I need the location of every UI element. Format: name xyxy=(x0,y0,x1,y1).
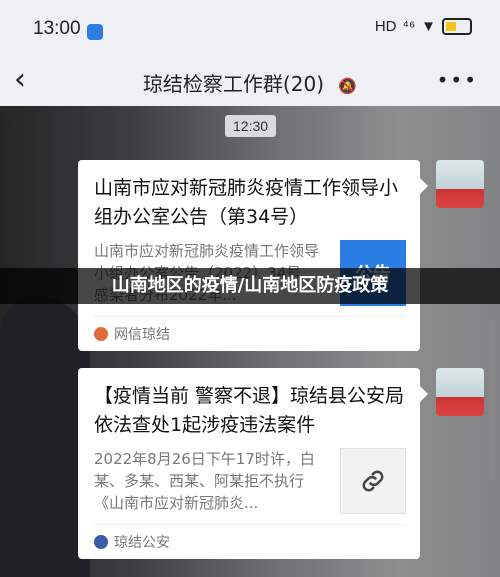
link-icon xyxy=(340,448,406,514)
group-name: 琼结检察工作群(20) xyxy=(142,72,324,96)
sender-avatar[interactable] xyxy=(436,160,484,208)
article-card[interactable]: 【疫情当前 警察不退】琼结县公安局依法查处1起涉疫违法案件 2022年8月26日… xyxy=(78,368,428,559)
card-title: 山南市应对新冠肺炎疫情工作领导小组办公室公告（第34号） xyxy=(94,177,399,228)
sender-avatar[interactable] xyxy=(436,368,484,416)
source-name: 网信琼结 xyxy=(114,327,170,343)
status-icons: HD ⁴⁶ ▼ xyxy=(375,18,472,35)
chat-header: ‹ 琼结检察工作群(20) 🔕 ••• xyxy=(0,58,500,106)
source-logo-icon xyxy=(94,535,108,549)
caption-overlay: 山南地区的疫情/山南地区防疫政策 xyxy=(0,268,500,304)
chat-title: 琼结检察工作群(20) 🔕 xyxy=(0,68,500,97)
status-time: 13:00 xyxy=(33,18,81,39)
more-options-icon[interactable]: ••• xyxy=(437,68,478,92)
app-notification-icon xyxy=(87,24,103,40)
article-card[interactable]: 山南市应对新冠肺炎疫情工作领导小组办公室公告（第34号） 山南市应对新冠肺炎疫情… xyxy=(78,160,428,351)
scrollbar[interactable] xyxy=(490,321,494,481)
battery-icon xyxy=(442,18,472,35)
background-figure xyxy=(0,296,90,577)
card-source: 琼结公安 xyxy=(94,524,406,559)
mute-bell-icon: 🔕 xyxy=(338,77,358,95)
card-source: 网信琼结 xyxy=(94,316,406,351)
source-name: 琼结公安 xyxy=(114,535,170,551)
hd-icon: HD xyxy=(374,18,397,35)
status-bar: 13:00 HD ⁴⁶ ▼ xyxy=(0,0,500,58)
wifi-icon: ▼ xyxy=(421,18,436,35)
card-description: 2022年8月26日下午17时许，白某、多某、西某、阿某拒不执行《山南市应对新冠… xyxy=(94,450,315,512)
chat-area[interactable]: 12:30 山南市应对新冠肺炎疫情工作领导小组办公室公告（第34号） 山南市应对… xyxy=(0,106,500,577)
source-logo-icon xyxy=(94,327,108,341)
signal-icon: ⁴⁶ xyxy=(402,18,416,35)
card-title: 【疫情当前 警察不退】琼结县公安局依法查处1起涉疫违法案件 xyxy=(94,385,405,436)
link-chain-icon xyxy=(362,470,384,492)
message-timestamp: 12:30 xyxy=(225,115,277,137)
